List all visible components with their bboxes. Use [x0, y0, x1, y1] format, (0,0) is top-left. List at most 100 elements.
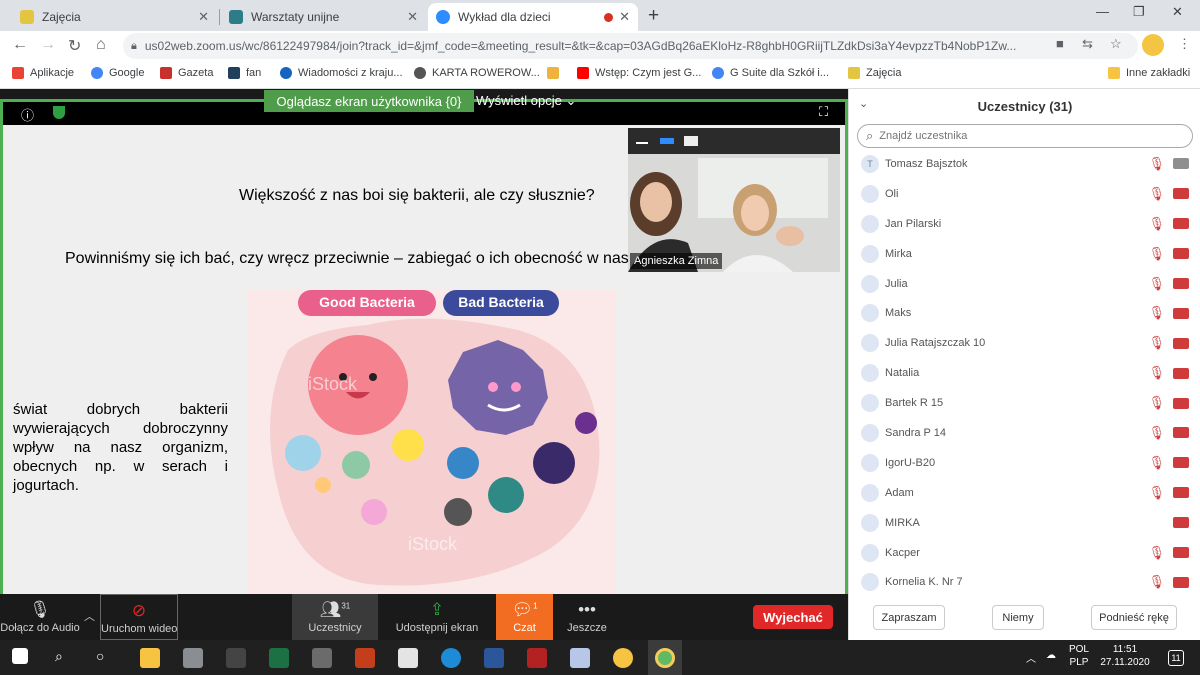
avatar — [861, 394, 879, 413]
avatar — [861, 423, 879, 442]
more-button[interactable]: ••• Jeszcze — [560, 594, 614, 640]
google-icon — [712, 67, 724, 79]
bookmark-karta[interactable]: KARTA ROWEROW... — [414, 67, 540, 79]
participant-row[interactable]: T Tomasz Bajsztok 🎙︎ — [849, 149, 1200, 179]
language-indicator[interactable]: POL PLP — [1066, 644, 1092, 668]
chevron-up-icon[interactable]: ︿ — [1026, 650, 1036, 665]
app-icon[interactable] — [613, 648, 633, 668]
start-video-button[interactable]: ⊘ Uruchom wideo — [100, 594, 178, 640]
info-icon[interactable]: ⓘ — [21, 105, 34, 124]
cloud-icon[interactable]: ☁ — [1046, 650, 1056, 661]
video-off-icon — [1173, 278, 1189, 289]
mute-button[interactable]: Niemy — [992, 605, 1044, 630]
mic-muted-icon: 🎙︎ — [1148, 544, 1165, 560]
forward-icon[interactable]: → — [40, 36, 56, 54]
tab-wyklad[interactable]: Wykład dla dzieci ✕ — [428, 3, 638, 31]
mic-muted-icon: 🎙︎ — [1148, 454, 1165, 470]
bookmarks-bar: Aplikacje Google Gazeta fan Wiadomości z… — [0, 61, 1200, 89]
paint-icon[interactable] — [183, 648, 203, 668]
raise-hand-button[interactable]: Podnieść rękę — [1091, 605, 1177, 630]
bookmark-gazeta[interactable]: Gazeta — [160, 67, 213, 79]
mic-muted-icon: 🎙︎ — [1148, 365, 1165, 381]
participant-row[interactable]: Oli 🎙︎ — [849, 179, 1200, 209]
app-icon[interactable] — [226, 648, 246, 668]
clock[interactable]: 11:51 27.11.2020 — [1098, 644, 1152, 668]
notifications-icon[interactable]: 11 — [1168, 650, 1184, 666]
reload-icon[interactable]: ↻ — [68, 36, 81, 56]
chat-button[interactable]: 💬︎1 Czat — [496, 594, 553, 640]
avatar — [861, 573, 879, 592]
app-icon[interactable] — [398, 648, 418, 668]
bookmark-unnamed[interactable] — [547, 67, 565, 79]
star-icon[interactable]: ☆ — [1110, 36, 1122, 52]
bookmark-wiadomosci[interactable]: Wiadomości z kraju... — [280, 67, 403, 79]
tab-zajecia[interactable]: Zajęcia ✕ — [12, 3, 217, 31]
app-icon[interactable] — [570, 648, 590, 668]
chevron-up-icon[interactable]: ︿ — [84, 608, 95, 624]
search-icon[interactable]: ⌕ — [55, 648, 63, 665]
bookmark-fan[interactable]: fan — [228, 67, 261, 79]
fullscreen-icon[interactable]: ⛶ — [819, 104, 828, 120]
speaker-video[interactable]: Agnieszka Zimna — [628, 128, 840, 272]
task-view-icon[interactable]: ○ — [96, 648, 104, 664]
participant-row[interactable]: Kornelia K. Nr 7 🎙︎ — [849, 567, 1200, 594]
participant-row[interactable]: Kacper 🎙︎ — [849, 538, 1200, 568]
bookmark-zajecia[interactable]: Zajęcia — [848, 67, 901, 79]
new-tab-button[interactable]: + — [648, 5, 659, 27]
app-icon[interactable] — [527, 648, 547, 668]
profile-avatar[interactable] — [1142, 34, 1164, 56]
recording-icon — [604, 12, 614, 22]
address-bar[interactable]: 🔒︎ us02web.zoom.us/wc/86122497984/join?t… — [123, 33, 1138, 59]
participant-row[interactable]: MIRKA — [849, 508, 1200, 538]
participant-row[interactable]: Maks 🎙︎ — [849, 298, 1200, 328]
close-icon[interactable]: ✕ — [407, 9, 418, 25]
tab-warsztaty[interactable]: Warsztaty unijne ✕ — [221, 3, 426, 31]
participant-row[interactable]: Julia Ratajszczak 10 🎙︎ — [849, 328, 1200, 358]
excel-icon[interactable] — [269, 648, 289, 668]
bookmark-google[interactable]: Google — [91, 67, 144, 79]
mic-muted-icon: 🎙︎ — [1148, 155, 1165, 171]
participant-row[interactable]: Bartek R 15 🎙︎ — [849, 388, 1200, 418]
close-icon[interactable]: ✕ — [198, 9, 209, 25]
file-explorer-icon[interactable] — [140, 648, 160, 668]
participant-row[interactable]: Natalia 🎙︎ — [849, 358, 1200, 388]
zoom-icon — [436, 10, 450, 24]
powerpoint-icon[interactable] — [355, 648, 375, 668]
join-audio-button[interactable]: 🎙︎ Dołącz do Audio — [0, 594, 80, 640]
bookmark-wstep[interactable]: Wstęp: Czym jest G... — [577, 67, 701, 79]
share-screen-button[interactable]: ⇪ Udostępnij ekran — [388, 594, 486, 640]
close-icon[interactable]: ✕ — [619, 9, 630, 25]
maximize-icon[interactable]: ❐ — [1133, 4, 1145, 20]
mic-muted-icon: 🎙︎ — [1148, 424, 1165, 440]
minimize-icon[interactable]: — — [1096, 4, 1109, 19]
windows-start-icon[interactable] — [12, 648, 28, 664]
participant-row[interactable]: IgorU-B20 🎙︎ — [849, 448, 1200, 478]
close-window-icon[interactable]: ✕ — [1172, 4, 1183, 20]
camera-icon[interactable]: ■ — [1056, 36, 1064, 51]
leave-button[interactable]: Wyjechać — [753, 605, 833, 629]
video-off-icon — [1173, 188, 1189, 200]
translate-icon[interactable]: ⇆ — [1082, 36, 1093, 52]
participant-row[interactable]: Jan Pilarski 🎙︎ — [849, 209, 1200, 239]
participants-button[interactable]: 👥︎31 Uczestnicy — [292, 594, 378, 640]
bad-bacteria-label: Bad Bacteria — [458, 294, 544, 310]
bookmark-aplikacje[interactable]: Aplikacje — [12, 67, 74, 79]
search-input[interactable] — [879, 130, 1160, 142]
view-options-button[interactable]: Wyświetl opcje ⌄ — [476, 93, 576, 109]
app-icon[interactable] — [312, 648, 332, 668]
home-icon[interactable]: ⌂ — [96, 36, 106, 54]
edge-icon[interactable] — [441, 648, 461, 668]
participant-row[interactable]: Mirka 🎙︎ — [849, 239, 1200, 269]
bookmark-other[interactable]: Inne zakładki — [1108, 67, 1190, 79]
word-icon[interactable] — [484, 648, 504, 668]
participant-search[interactable]: ⌕ — [857, 124, 1193, 148]
invite-button[interactable]: Zapraszam — [873, 605, 945, 630]
bookmark-gsuite[interactable]: G Suite dla Szkół i... — [712, 67, 829, 79]
news-icon — [280, 67, 292, 79]
participant-row[interactable]: Adam 🎙︎ — [849, 478, 1200, 508]
back-icon[interactable]: ← — [12, 36, 28, 54]
shield-icon[interactable] — [53, 106, 65, 119]
participant-row[interactable]: Sandra P 14 🎙︎ — [849, 418, 1200, 448]
participant-row[interactable]: Julia 🎙︎ — [849, 269, 1200, 299]
menu-icon[interactable]: ⋮ — [1178, 36, 1191, 52]
